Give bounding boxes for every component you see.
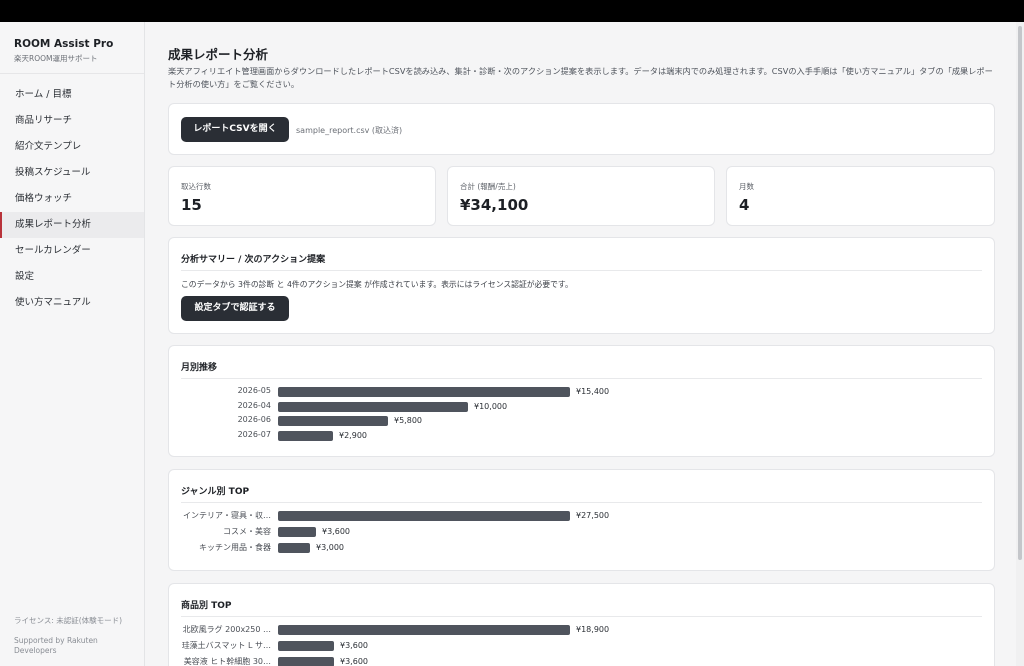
bar-value-label: ¥2,900 — [339, 431, 367, 441]
bar-category-label: 2026-06 — [237, 415, 271, 425]
bar — [278, 416, 388, 427]
bar — [278, 641, 334, 651]
sidebar-item-price-watch[interactable]: 価格ウォッチ — [0, 186, 144, 212]
summary-title: 分析サマリー / 次のアクション提案 — [181, 255, 326, 265]
bar-value-label: ¥18,900 — [576, 625, 610, 634]
bar — [278, 401, 468, 412]
bar-category-label: 2026-07 — [237, 430, 271, 440]
brand: ROOM Assist Pro 楽天ROOM運用サポート — [0, 22, 144, 74]
sidebar-footer: ライセンス: 未認証(体験モード) Supported by Rakuten D… — [14, 615, 134, 656]
bar-category-label: 2026-04 — [237, 400, 271, 410]
authenticate-button[interactable]: 設定タブで認証する — [181, 296, 289, 321]
stat-value: ¥34,100 — [460, 196, 529, 214]
bar — [278, 543, 310, 553]
bar — [278, 657, 334, 666]
bar-value-label: ¥15,400 — [576, 387, 610, 396]
bar-category-label: 2026-05 — [237, 386, 271, 395]
bar-value-label: ¥10,000 — [474, 401, 508, 411]
loaded-file-name: sample_report.csv (取込済) — [296, 126, 403, 135]
sidebar: ROOM Assist Pro 楽天ROOM運用サポート ホーム / 目標 商品… — [0, 22, 145, 666]
scrollbar-thumb[interactable] — [1018, 26, 1022, 560]
page-title: 成果レポート分析 — [168, 47, 269, 62]
divider — [181, 378, 982, 379]
divider — [181, 502, 982, 503]
chart-title: 月別推移 — [181, 363, 218, 373]
sidebar-item-templates[interactable]: 紹介文テンプレ — [0, 134, 144, 160]
analysis-summary-card: 分析サマリー / 次のアクション提案 このデータから 3件の診断 と 4件のアク… — [168, 237, 995, 334]
bar-category-label: キッチン用品・食器 — [199, 543, 271, 552]
monthly-trend-card: 月別推移 2026-05 ¥15,400 2026-04 ¥10,000 2026-06… — [168, 345, 995, 457]
scrollbar[interactable] — [1016, 22, 1024, 666]
bar-value-label: ¥5,800 — [394, 416, 422, 426]
bar-value-label: ¥3,600 — [340, 657, 368, 666]
genre-top-card: ジャンル別 TOP インテリア・寝具・収… ¥27,500 コスメ・美容 ¥3,600… — [168, 469, 995, 571]
stat-label: 合計 (報酬/売上) — [460, 182, 516, 191]
main-content: 成果レポート分析 楽天アフィリエイト管理画面からダウンロードしたレポートCSVを… — [146, 22, 1016, 666]
bar — [278, 431, 333, 442]
product-top-card: 商品別 TOP 北欧風ラグ 200x250 … ¥18,900 珪藻土バスマット L… — [168, 583, 995, 666]
bar — [278, 387, 570, 397]
sidebar-item-schedule[interactable]: 投稿スケジュール — [0, 160, 144, 186]
bar-category-label: 美容液 ヒト幹細胞 30… — [183, 657, 271, 666]
chart-title: 商品別 TOP — [181, 601, 232, 611]
window-top-bar — [0, 0, 1024, 22]
page-description: 楽天アフィリエイト管理画面からダウンロードしたレポートCSVを読み込み、集計・診… — [168, 66, 993, 89]
bar-value-label: ¥3,000 — [316, 543, 344, 552]
bar-value-label: ¥3,600 — [340, 641, 368, 650]
supported-by: Supported by Rakuten Developers — [14, 636, 98, 655]
app-name: ROOM Assist Pro — [14, 38, 114, 50]
sidebar-item-settings[interactable]: 設定 — [0, 264, 144, 290]
app-subtitle: 楽天ROOM運用サポート — [14, 54, 98, 63]
bar — [278, 527, 316, 537]
stat-value: 4 — [739, 196, 750, 214]
stat-card-rows: 取込行数 15 — [168, 166, 436, 226]
bar-category-label: 北欧風ラグ 200x250 … — [182, 625, 271, 634]
chart-title: ジャンル別 TOP — [181, 487, 250, 497]
divider — [181, 270, 982, 271]
sidebar-item-home[interactable]: ホーム / 目標 — [0, 82, 144, 108]
stat-label: 取込行数 — [181, 182, 211, 191]
stat-value: 15 — [181, 196, 202, 214]
bar-value-label: ¥3,600 — [322, 527, 350, 536]
sidebar-item-sale-calendar[interactable]: セールカレンダー — [0, 238, 144, 264]
sidebar-item-manual[interactable]: 使い方マニュアル — [0, 290, 144, 316]
csv-upload-card: レポートCSVを開く sample_report.csv (取込済) — [168, 103, 995, 155]
bar-category-label: 珪藻土バスマット L サ… — [181, 641, 271, 650]
bar — [278, 625, 570, 635]
divider — [181, 616, 982, 617]
stat-card-total: 合計 (報酬/売上) ¥34,100 — [447, 166, 715, 226]
license-status: ライセンス: 未認証(体験モード) — [14, 616, 123, 625]
bar-category-label: コスメ・美容 — [223, 527, 271, 536]
summary-text: このデータから 3件の診断 と 4件のアクション提案 が作成されています。表示に… — [181, 280, 573, 289]
sidebar-item-research[interactable]: 商品リサーチ — [0, 108, 144, 134]
stat-card-months: 月数 4 — [726, 166, 995, 226]
sidebar-nav: ホーム / 目標 商品リサーチ 紹介文テンプレ 投稿スケジュール 価格ウォッチ … — [0, 82, 144, 316]
bar — [278, 511, 570, 521]
bar-category-label: インテリア・寝具・収… — [183, 511, 271, 520]
bar-value-label: ¥27,500 — [576, 511, 610, 520]
stat-label: 月数 — [739, 182, 754, 191]
open-csv-button[interactable]: レポートCSVを開く — [181, 117, 289, 142]
sidebar-item-report-analysis[interactable]: 成果レポート分析 — [0, 212, 144, 238]
